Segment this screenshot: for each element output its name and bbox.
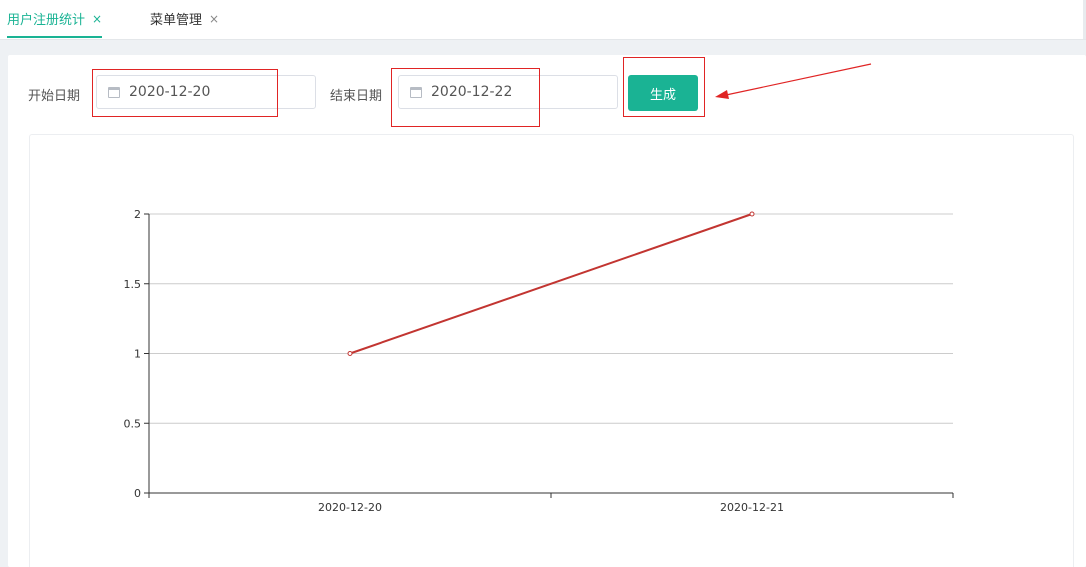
y-tick-label: 0: [134, 487, 141, 500]
data-point: [749, 211, 755, 217]
y-tick-label: 1.5: [124, 278, 142, 291]
x-tick-label: 2020-12-21: [720, 501, 784, 514]
x-tick-label: 2020-12-20: [318, 501, 382, 514]
y-tick-label: 2: [134, 208, 141, 221]
data-point: [347, 351, 353, 356]
y-tick-label: 1: [134, 348, 141, 361]
registration-line-chart: 0 0.5 1 1.5 2 2020-12-20 2020-12-21: [124, 208, 954, 514]
y-tick-label: 0.5: [124, 417, 142, 430]
